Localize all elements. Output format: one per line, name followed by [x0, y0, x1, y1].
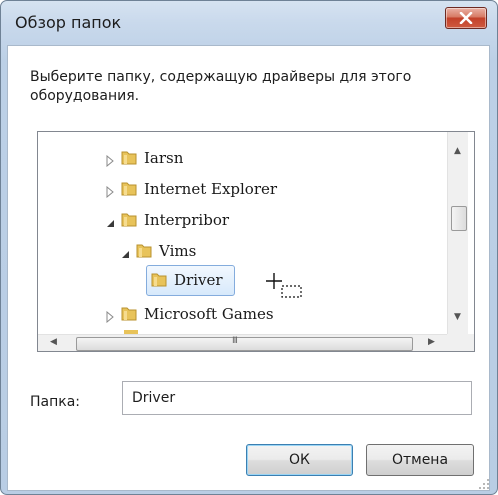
folder-icon [121, 151, 137, 165]
tree-item-label: Iarsn [144, 149, 184, 167]
triangle-down-icon[interactable] [104, 214, 116, 227]
resize-grip-icon[interactable] [478, 478, 490, 490]
tree-item-interpribor[interactable]: Interpribor [104, 206, 229, 234]
tree-item-label: Microsoft Games [144, 305, 274, 323]
scroll-left-arrow-icon[interactable]: ◀ [50, 337, 57, 347]
cancel-button[interactable]: Отмена [366, 444, 474, 476]
close-icon [459, 12, 473, 24]
triangle-right-icon[interactable] [104, 152, 116, 168]
folder-icon [151, 273, 167, 287]
folder-icon [136, 244, 152, 258]
vertical-scrollbar[interactable]: ▲ ▼ [447, 132, 468, 335]
scroll-grip: III [232, 336, 238, 346]
folder-name-input[interactable]: Driver [122, 381, 472, 415]
folder-field-label: Папка: [30, 394, 81, 410]
scroll-right-arrow-icon[interactable]: ▶ [428, 337, 435, 347]
tree-item-vims[interactable]: Vims [119, 237, 196, 265]
folder-icon [121, 213, 137, 227]
triangle-right-icon[interactable] [104, 308, 116, 324]
folder-tree[interactable]: Iarsn Internet Explorer Interpribor Vims [37, 131, 475, 352]
scrollbar-corner [447, 334, 474, 351]
instruction-text: Выберите папку, содержащую драйверы для … [30, 69, 412, 104]
tree-item-label: Driver [174, 271, 223, 289]
tree-item-label: Vims [159, 242, 197, 260]
triangle-right-icon[interactable] [104, 183, 116, 199]
triangle-down-icon[interactable] [119, 245, 131, 258]
horizontal-scrollbar[interactable]: ◀ III ▶ [38, 334, 447, 351]
tree-item-label: Internet Explorer [144, 180, 278, 198]
horizontal-scroll-thumb[interactable]: III [76, 336, 413, 351]
tree-item-driver[interactable]: Driver [134, 266, 223, 294]
dialog-title: Обзор папок [15, 13, 122, 32]
tree-item-microsoft-games[interactable]: Microsoft Games [104, 300, 274, 328]
tree-item-iarsn[interactable]: Iarsn [104, 144, 183, 172]
vertical-scroll-thumb[interactable] [451, 206, 467, 231]
tree-item-label: Interpribor [144, 211, 230, 229]
scroll-down-arrow-icon[interactable]: ▼ [454, 312, 461, 322]
scroll-up-arrow-icon[interactable]: ▲ [454, 146, 461, 156]
title-bar: Обзор папок [1, 1, 497, 45]
drag-move-cursor-icon [266, 273, 302, 298]
folder-icon [121, 182, 137, 196]
close-button[interactable] [445, 7, 487, 29]
ok-button[interactable]: ОК [246, 444, 353, 476]
folder-icon [121, 307, 137, 321]
tree-item-internet-explorer[interactable]: Internet Explorer [104, 175, 277, 203]
